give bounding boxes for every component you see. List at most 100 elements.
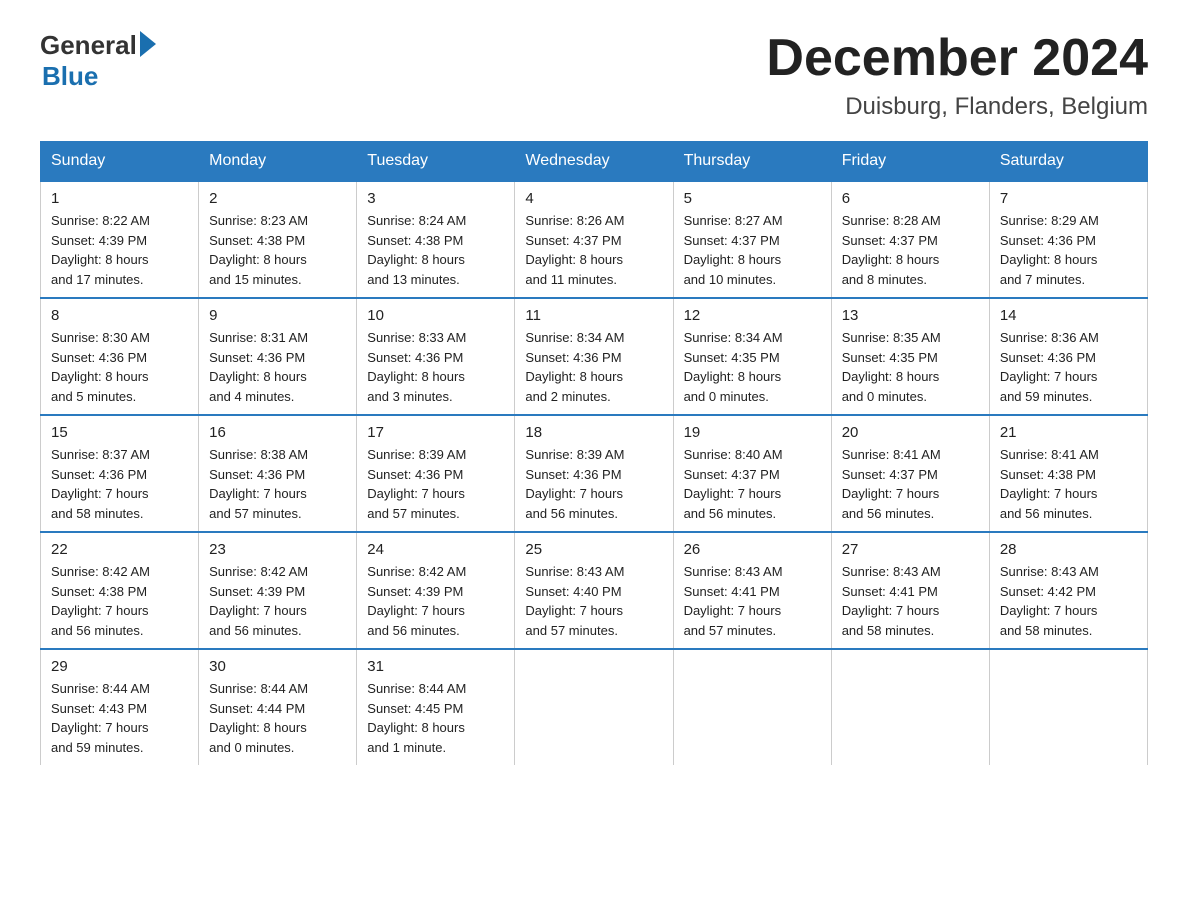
day-number: 31: [367, 658, 504, 675]
day-number: 19: [684, 424, 821, 441]
day-info: Sunrise: 8:43 AMSunset: 4:41 PMDaylight:…: [684, 562, 821, 640]
day-info: Sunrise: 8:33 AMSunset: 4:36 PMDaylight:…: [367, 328, 504, 406]
day-number: 20: [842, 424, 979, 441]
col-friday: Friday: [831, 142, 989, 182]
calendar-cell: 8 Sunrise: 8:30 AMSunset: 4:36 PMDayligh…: [41, 298, 199, 415]
logo-triangle-icon: [140, 31, 156, 57]
day-info: Sunrise: 8:44 AMSunset: 4:45 PMDaylight:…: [367, 679, 504, 757]
day-info: Sunrise: 8:40 AMSunset: 4:37 PMDaylight:…: [684, 445, 821, 523]
calendar-cell: 18 Sunrise: 8:39 AMSunset: 4:36 PMDaylig…: [515, 415, 673, 532]
day-info: Sunrise: 8:42 AMSunset: 4:39 PMDaylight:…: [209, 562, 346, 640]
calendar-cell: 23 Sunrise: 8:42 AMSunset: 4:39 PMDaylig…: [199, 532, 357, 649]
day-number: 13: [842, 307, 979, 324]
calendar-cell: 19 Sunrise: 8:40 AMSunset: 4:37 PMDaylig…: [673, 415, 831, 532]
calendar-cell: 10 Sunrise: 8:33 AMSunset: 4:36 PMDaylig…: [357, 298, 515, 415]
day-number: 16: [209, 424, 346, 441]
col-tuesday: Tuesday: [357, 142, 515, 182]
calendar-cell: 31 Sunrise: 8:44 AMSunset: 4:45 PMDaylig…: [357, 649, 515, 765]
calendar-week-row-4: 22 Sunrise: 8:42 AMSunset: 4:38 PMDaylig…: [41, 532, 1148, 649]
day-info: Sunrise: 8:27 AMSunset: 4:37 PMDaylight:…: [684, 211, 821, 289]
day-info: Sunrise: 8:43 AMSunset: 4:41 PMDaylight:…: [842, 562, 979, 640]
day-number: 9: [209, 307, 346, 324]
day-info: Sunrise: 8:24 AMSunset: 4:38 PMDaylight:…: [367, 211, 504, 289]
calendar-cell: 26 Sunrise: 8:43 AMSunset: 4:41 PMDaylig…: [673, 532, 831, 649]
calendar-cell: 5 Sunrise: 8:27 AMSunset: 4:37 PMDayligh…: [673, 181, 831, 298]
location-title: Duisburg, Flanders, Belgium: [766, 93, 1148, 121]
logo: General Blue: [40, 30, 159, 92]
col-sunday: Sunday: [41, 142, 199, 182]
day-number: 6: [842, 190, 979, 207]
day-number: 24: [367, 541, 504, 558]
calendar-cell: 6 Sunrise: 8:28 AMSunset: 4:37 PMDayligh…: [831, 181, 989, 298]
calendar-cell: 12 Sunrise: 8:34 AMSunset: 4:35 PMDaylig…: [673, 298, 831, 415]
calendar-cell: 21 Sunrise: 8:41 AMSunset: 4:38 PMDaylig…: [989, 415, 1147, 532]
calendar-cell: 15 Sunrise: 8:37 AMSunset: 4:36 PMDaylig…: [41, 415, 199, 532]
day-number: 11: [525, 307, 662, 324]
calendar-cell: [989, 649, 1147, 765]
day-info: Sunrise: 8:43 AMSunset: 4:40 PMDaylight:…: [525, 562, 662, 640]
day-info: Sunrise: 8:41 AMSunset: 4:38 PMDaylight:…: [1000, 445, 1137, 523]
calendar-cell: 25 Sunrise: 8:43 AMSunset: 4:40 PMDaylig…: [515, 532, 673, 649]
day-number: 3: [367, 190, 504, 207]
calendar-cell: 29 Sunrise: 8:44 AMSunset: 4:43 PMDaylig…: [41, 649, 199, 765]
calendar-cell: [673, 649, 831, 765]
day-number: 2: [209, 190, 346, 207]
day-info: Sunrise: 8:41 AMSunset: 4:37 PMDaylight:…: [842, 445, 979, 523]
day-info: Sunrise: 8:22 AMSunset: 4:39 PMDaylight:…: [51, 211, 188, 289]
calendar-cell: 20 Sunrise: 8:41 AMSunset: 4:37 PMDaylig…: [831, 415, 989, 532]
day-number: 29: [51, 658, 188, 675]
calendar-cell: 13 Sunrise: 8:35 AMSunset: 4:35 PMDaylig…: [831, 298, 989, 415]
day-number: 23: [209, 541, 346, 558]
day-info: Sunrise: 8:42 AMSunset: 4:39 PMDaylight:…: [367, 562, 504, 640]
month-title: December 2024: [766, 30, 1148, 87]
calendar-cell: 4 Sunrise: 8:26 AMSunset: 4:37 PMDayligh…: [515, 181, 673, 298]
calendar-cell: 30 Sunrise: 8:44 AMSunset: 4:44 PMDaylig…: [199, 649, 357, 765]
day-number: 12: [684, 307, 821, 324]
day-info: Sunrise: 8:26 AMSunset: 4:37 PMDaylight:…: [525, 211, 662, 289]
calendar-cell: 11 Sunrise: 8:34 AMSunset: 4:36 PMDaylig…: [515, 298, 673, 415]
calendar-cell: 24 Sunrise: 8:42 AMSunset: 4:39 PMDaylig…: [357, 532, 515, 649]
day-info: Sunrise: 8:39 AMSunset: 4:36 PMDaylight:…: [367, 445, 504, 523]
calendar-cell: 16 Sunrise: 8:38 AMSunset: 4:36 PMDaylig…: [199, 415, 357, 532]
day-info: Sunrise: 8:38 AMSunset: 4:36 PMDaylight:…: [209, 445, 346, 523]
day-number: 1: [51, 190, 188, 207]
day-number: 18: [525, 424, 662, 441]
title-section: December 2024 Duisburg, Flanders, Belgiu…: [766, 30, 1148, 121]
day-info: Sunrise: 8:30 AMSunset: 4:36 PMDaylight:…: [51, 328, 188, 406]
col-saturday: Saturday: [989, 142, 1147, 182]
col-wednesday: Wednesday: [515, 142, 673, 182]
day-number: 22: [51, 541, 188, 558]
day-number: 7: [1000, 190, 1137, 207]
logo-general-text: General: [40, 30, 137, 61]
day-number: 4: [525, 190, 662, 207]
calendar-cell: 9 Sunrise: 8:31 AMSunset: 4:36 PMDayligh…: [199, 298, 357, 415]
calendar-week-row-1: 1 Sunrise: 8:22 AMSunset: 4:39 PMDayligh…: [41, 181, 1148, 298]
day-info: Sunrise: 8:42 AMSunset: 4:38 PMDaylight:…: [51, 562, 188, 640]
calendar-cell: 3 Sunrise: 8:24 AMSunset: 4:38 PMDayligh…: [357, 181, 515, 298]
calendar-cell: 2 Sunrise: 8:23 AMSunset: 4:38 PMDayligh…: [199, 181, 357, 298]
day-info: Sunrise: 8:36 AMSunset: 4:36 PMDaylight:…: [1000, 328, 1137, 406]
day-number: 14: [1000, 307, 1137, 324]
day-number: 28: [1000, 541, 1137, 558]
calendar-table: Sunday Monday Tuesday Wednesday Thursday…: [40, 141, 1148, 765]
calendar-header-row: Sunday Monday Tuesday Wednesday Thursday…: [41, 142, 1148, 182]
calendar-cell: 27 Sunrise: 8:43 AMSunset: 4:41 PMDaylig…: [831, 532, 989, 649]
day-info: Sunrise: 8:44 AMSunset: 4:43 PMDaylight:…: [51, 679, 188, 757]
calendar-week-row-2: 8 Sunrise: 8:30 AMSunset: 4:36 PMDayligh…: [41, 298, 1148, 415]
day-number: 15: [51, 424, 188, 441]
calendar-week-row-3: 15 Sunrise: 8:37 AMSunset: 4:36 PMDaylig…: [41, 415, 1148, 532]
day-number: 30: [209, 658, 346, 675]
calendar-cell: [831, 649, 989, 765]
day-number: 17: [367, 424, 504, 441]
day-info: Sunrise: 8:23 AMSunset: 4:38 PMDaylight:…: [209, 211, 346, 289]
calendar-week-row-5: 29 Sunrise: 8:44 AMSunset: 4:43 PMDaylig…: [41, 649, 1148, 765]
day-info: Sunrise: 8:29 AMSunset: 4:36 PMDaylight:…: [1000, 211, 1137, 289]
day-number: 5: [684, 190, 821, 207]
day-info: Sunrise: 8:34 AMSunset: 4:36 PMDaylight:…: [525, 328, 662, 406]
page-header: General Blue December 2024 Duisburg, Fla…: [40, 30, 1148, 121]
logo-blue-text: Blue: [42, 61, 98, 92]
day-number: 27: [842, 541, 979, 558]
calendar-cell: 1 Sunrise: 8:22 AMSunset: 4:39 PMDayligh…: [41, 181, 199, 298]
day-info: Sunrise: 8:34 AMSunset: 4:35 PMDaylight:…: [684, 328, 821, 406]
col-thursday: Thursday: [673, 142, 831, 182]
